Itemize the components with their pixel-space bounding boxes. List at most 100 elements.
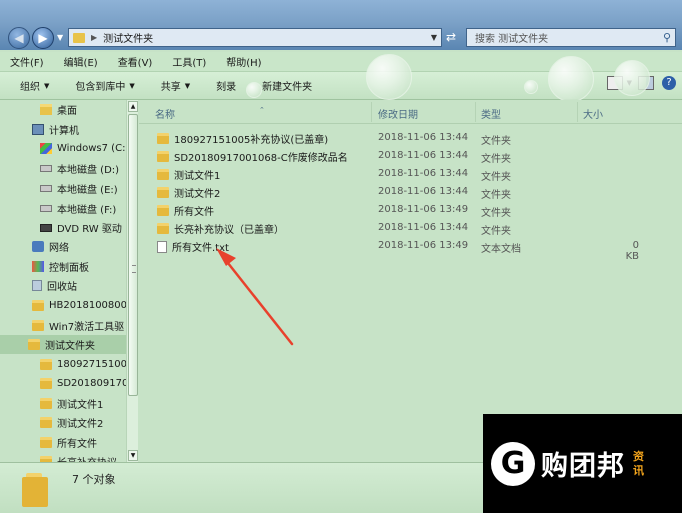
nav-scrollbar[interactable]: ▲ ▼ <box>126 100 138 462</box>
chevron-right-icon[interactable]: ▶ <box>91 33 97 42</box>
decorative-bubble <box>524 80 538 94</box>
breadcrumb-current-folder[interactable]: 测试文件夹 <box>103 30 153 45</box>
watermark-tag-char: 资 <box>633 449 644 463</box>
nav-item-label: 本地磁盘 (E:) <box>57 185 118 196</box>
column-header-size[interactable]: 大小 <box>583 106 603 121</box>
chevron-down-icon: ▼ <box>129 81 135 90</box>
nav-item-label: 回收站 <box>47 282 77 293</box>
nav-item-network[interactable]: 网络 <box>32 237 138 256</box>
nav-item-label: 本地磁盘 (D:) <box>57 165 120 176</box>
share-label: 共享 <box>160 82 181 93</box>
menu-file[interactable]: 文件(F) <box>10 54 44 69</box>
nav-item-desktop[interactable]: 桌面 <box>40 100 138 119</box>
search-input[interactable]: 搜索 测试文件夹 ⚲ <box>466 28 676 47</box>
nav-item-folder[interactable]: Win7激活工具驱 <box>32 316 138 335</box>
file-row[interactable]: 所有文件 2018-11-06 13:49 文件夹 <box>139 200 682 219</box>
nav-item-subfolder[interactable]: 长亮补充协议 <box>40 452 138 462</box>
file-date: 2018-11-06 13:44 <box>378 222 469 233</box>
nav-item-computer[interactable]: 计算机 <box>32 120 138 139</box>
nav-item-test-folder[interactable]: 测试文件夹 <box>0 335 126 354</box>
file-row[interactable]: SD20180917001068-C作废修改品名 2018-11-06 13:4… <box>139 146 682 165</box>
file-row[interactable]: 180927151005补充协议(已盖章) 2018-11-06 13:44 文… <box>139 128 682 147</box>
nav-item-subfolder[interactable]: 所有文件 <box>40 433 138 452</box>
scroll-up-icon[interactable]: ▲ <box>128 101 138 112</box>
watermark-logo: G 购团邦 资 讯 <box>483 414 682 513</box>
folder-icon <box>157 169 169 180</box>
column-divider[interactable] <box>475 102 476 122</box>
search-placeholder: 搜索 测试文件夹 <box>475 34 549 45</box>
nav-item-subfolder[interactable]: 测试文件2 <box>40 413 138 432</box>
column-header-name[interactable]: 名称 <box>155 106 175 121</box>
file-size: 0 KB <box>625 240 639 262</box>
menu-view[interactable]: 查看(V) <box>118 54 153 69</box>
nav-item-subfolder[interactable]: SD201809170 <box>40 374 138 393</box>
new-folder-label: 新建文件夹 <box>262 82 313 93</box>
folder-icon <box>32 300 44 311</box>
nav-item-label: 测试文件1 <box>57 400 104 411</box>
nav-item-drive-d[interactable]: 本地磁盘 (D:) <box>40 159 138 178</box>
scroll-down-icon[interactable]: ▼ <box>128 450 138 461</box>
window-title-strip <box>0 0 682 24</box>
new-folder-button[interactable]: 新建文件夹 <box>262 78 312 93</box>
computer-icon <box>32 124 44 135</box>
menu-help[interactable]: 帮助(H) <box>226 54 261 69</box>
decorative-bubble <box>548 56 594 102</box>
file-row-text-file[interactable]: 所有文件.txt 2018-11-06 13:49 文本文档 0 KB <box>139 236 682 262</box>
nav-item-recycle-bin[interactable]: 回收站 <box>32 276 138 295</box>
column-divider[interactable] <box>371 102 372 122</box>
folder-icon <box>157 223 169 234</box>
nav-item-label: DVD RW 驱动 <box>57 224 122 235</box>
nav-item-dvd[interactable]: DVD RW 驱动 <box>40 218 138 237</box>
nav-item-drive-f[interactable]: 本地磁盘 (F:) <box>40 199 138 218</box>
folder-icon <box>32 320 44 331</box>
refresh-icon: ⇄ <box>446 30 457 44</box>
file-row[interactable]: 长亮补充协议（已盖章） 2018-11-06 13:44 文件夹 <box>139 218 682 237</box>
menu-edit[interactable]: 编辑(E) <box>64 54 98 69</box>
arrow-left-icon: ◀ <box>14 31 24 45</box>
drive-icon <box>40 205 52 212</box>
share-button[interactable]: 共享 ▼ <box>160 78 190 94</box>
scroll-thumb[interactable] <box>128 114 138 396</box>
file-row[interactable]: 测试文件1 2018-11-06 13:44 文件夹 <box>139 164 682 183</box>
nav-item-label: Windows7 (C: <box>57 143 126 154</box>
search-icon[interactable]: ⚲ <box>663 31 671 44</box>
object-count: 7 个对象 <box>72 473 116 486</box>
help-icon[interactable]: ? <box>662 76 676 90</box>
recycle-bin-icon <box>32 280 42 291</box>
menu-tools[interactable]: 工具(T) <box>172 54 206 69</box>
folder-icon <box>40 437 52 448</box>
nav-item-folder[interactable]: HB2018100800 <box>32 296 138 315</box>
file-name: 长亮补充协议（已盖章） <box>174 225 284 236</box>
column-divider[interactable] <box>577 102 578 122</box>
nav-item-subfolder[interactable]: 180927151005 <box>40 355 138 374</box>
nav-item-label: 测试文件夹 <box>45 341 95 352</box>
forward-button[interactable]: ▶ <box>32 27 54 49</box>
organize-button[interactable]: 组织 ▼ <box>20 78 49 94</box>
column-header-date[interactable]: 修改日期 <box>378 106 418 121</box>
nav-item-label: Win7激活工具驱 <box>49 322 125 333</box>
file-type: 文件夹 <box>481 190 511 201</box>
back-button[interactable]: ◀ <box>8 27 30 49</box>
burn-label: 刻录 <box>216 82 237 93</box>
breadcrumb[interactable]: ▶ 测试文件夹 ▼ <box>68 28 442 47</box>
burn-button[interactable]: 刻录 <box>216 78 236 93</box>
nav-item-label: 所有文件 <box>57 439 97 450</box>
nav-item-drive-e[interactable]: 本地磁盘 (E:) <box>40 179 138 198</box>
nav-item-label: 控制面板 <box>49 263 89 274</box>
column-header-type[interactable]: 类型 <box>481 106 501 121</box>
include-in-library-button[interactable]: 包含到库中 ▼ <box>75 78 135 94</box>
refresh-button[interactable]: ⇄ <box>446 30 462 46</box>
nav-item-control-panel[interactable]: 控制面板 <box>32 257 138 276</box>
file-row[interactable]: 测试文件2 2018-11-06 13:44 文件夹 <box>139 182 682 201</box>
sort-caret-icon: ⌃ <box>259 106 265 114</box>
folder-icon <box>22 473 50 507</box>
recent-pages-dropdown[interactable]: ▼ <box>57 33 63 42</box>
file-date: 2018-11-06 13:44 <box>378 132 469 143</box>
address-history-dropdown[interactable]: ▼ <box>431 33 437 42</box>
nav-item-subfolder[interactable]: 测试文件1 <box>40 394 138 413</box>
folder-icon <box>157 133 169 144</box>
nav-item-drive-c[interactable]: Windows7 (C: <box>40 139 138 158</box>
include-library-label: 包含到库中 <box>75 82 126 93</box>
nav-item-label: 测试文件2 <box>57 419 104 430</box>
nav-item-label: 计算机 <box>49 126 79 137</box>
